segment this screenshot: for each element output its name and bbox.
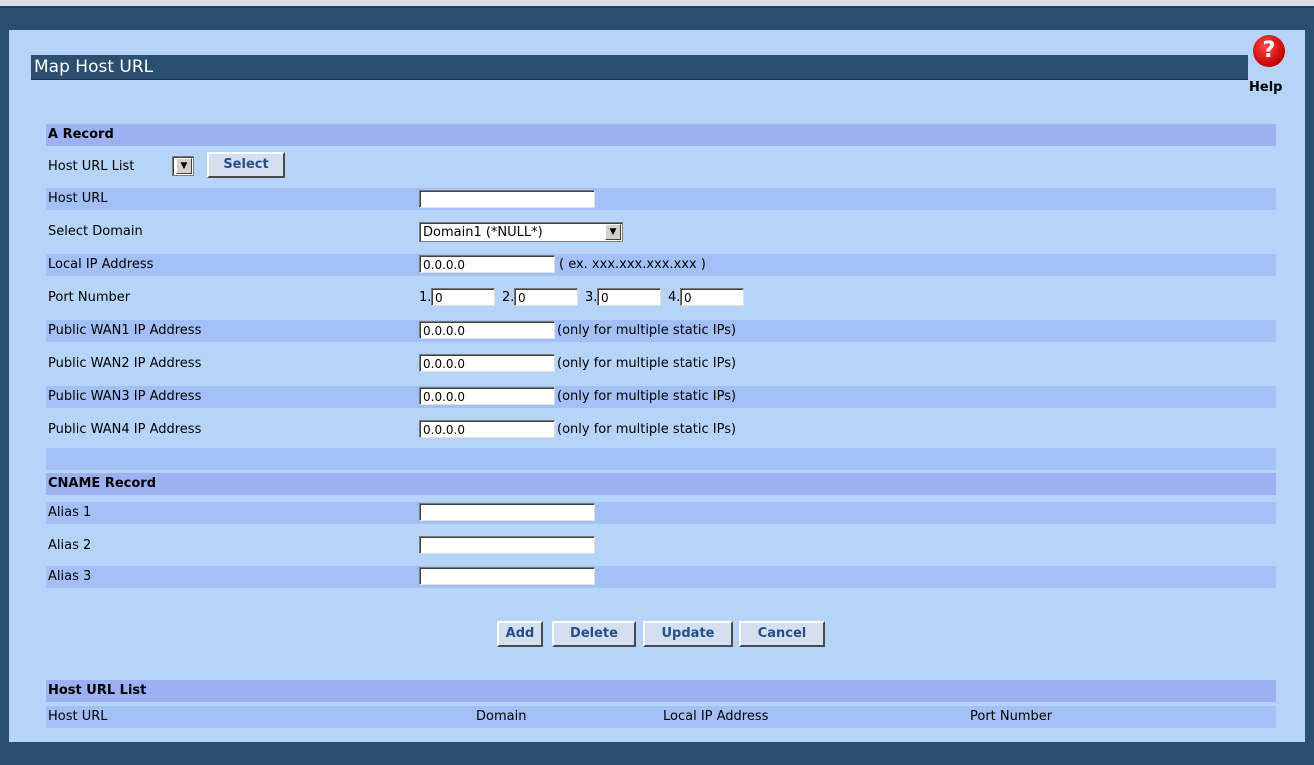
port-2-value: 0 (518, 291, 526, 305)
host-url-row: Host URL (46, 188, 1276, 210)
wan3-label: Public WAN3 IP Address (48, 389, 202, 404)
wan4-label: Public WAN4 IP Address (48, 422, 202, 437)
host-url-list-columns: Host URL Domain Local IP Address Port Nu… (46, 706, 1276, 728)
wan2-label: Public WAN2 IP Address (48, 356, 202, 371)
wan2-row: Public WAN2 IP Address 0.0.0.0 (only for… (46, 353, 1276, 375)
select-domain-dropdown[interactable]: Domain1 (*NULL*) ▼ (419, 222, 623, 242)
alias-2-input[interactable] (419, 536, 595, 554)
delete-button[interactable]: Delete (552, 621, 636, 647)
host-url-list-row: Host URL List ▼ Select (46, 150, 1276, 180)
update-button[interactable]: Update (643, 621, 733, 647)
wan4-input[interactable]: 0.0.0.0 (419, 420, 555, 438)
wan3-value: 0.0.0.0 (423, 390, 465, 404)
host-url-list-header: Host URL List (46, 680, 1276, 702)
a-record-header: A Record (46, 124, 1276, 146)
column-local-ip: Local IP Address (663, 709, 769, 724)
wan1-input[interactable]: 0.0.0.0 (419, 321, 555, 339)
wan1-hint: (only for multiple static IPs) (557, 323, 737, 338)
alias-1-row: Alias 1 (46, 502, 1276, 524)
port-2-label: 2. (502, 290, 515, 305)
cname-record-title: CNAME Record (48, 476, 157, 491)
page-title-bar: Map Host URL (31, 55, 1248, 80)
alias-3-row: Alias 3 (46, 566, 1276, 588)
help-label[interactable]: Help (1249, 80, 1282, 95)
select-domain-value: Domain1 (*NULL*) (423, 225, 543, 240)
local-ip-input[interactable]: 0.0.0.0 (419, 255, 555, 273)
wan3-hint: (only for multiple static IPs) (557, 389, 737, 404)
chevron-down-icon[interactable]: ▼ (176, 158, 192, 174)
wan1-label: Public WAN1 IP Address (48, 323, 202, 338)
host-url-list-label: Host URL List (48, 159, 135, 174)
wan2-value: 0.0.0.0 (423, 357, 465, 371)
wan3-row: Public WAN3 IP Address 0.0.0.0 (only for… (46, 386, 1276, 408)
add-button[interactable]: Add (497, 621, 543, 647)
help-button[interactable]: ? Help (1245, 35, 1299, 99)
port-number-label: Port Number (48, 290, 131, 305)
port-4-value: 0 (684, 291, 692, 305)
port-1-input[interactable]: 0 (431, 288, 495, 306)
port-3-input[interactable]: 0 (597, 288, 661, 306)
section-divider (46, 448, 1276, 470)
cancel-button[interactable]: Cancel (739, 621, 825, 647)
alias-1-input[interactable] (419, 503, 595, 521)
select-domain-label: Select Domain (48, 224, 143, 239)
cname-record-header: CNAME Record (46, 473, 1276, 495)
local-ip-hint: ( ex. xxx.xxx.xxx.xxx ) (559, 257, 706, 272)
a-record-title: A Record (48, 127, 114, 142)
host-url-input[interactable] (419, 190, 595, 208)
port-4-label: 4. (668, 290, 681, 305)
local-ip-row: Local IP Address 0.0.0.0 ( ex. xxx.xxx.x… (46, 254, 1276, 276)
select-domain-row: Select Domain Domain1 (*NULL*) ▼ (46, 221, 1276, 243)
alias-2-label: Alias 2 (48, 538, 92, 553)
alias-1-label: Alias 1 (48, 505, 92, 520)
column-domain: Domain (476, 709, 527, 724)
port-3-label: 3. (585, 290, 598, 305)
port-2-input[interactable]: 0 (514, 288, 578, 306)
host-url-label: Host URL (48, 191, 108, 206)
port-1-label: 1. (419, 290, 432, 305)
wan2-hint: (only for multiple static IPs) (557, 356, 737, 371)
port-3-value: 0 (601, 291, 609, 305)
local-ip-label: Local IP Address (48, 257, 154, 272)
wan4-row: Public WAN4 IP Address 0.0.0.0 (only for… (46, 419, 1276, 441)
column-host-url: Host URL (48, 709, 108, 724)
port-number-row: Port Number 1. 0 2. 0 3. 0 4. 0 (46, 287, 1276, 309)
wan2-input[interactable]: 0.0.0.0 (419, 354, 555, 372)
main-panel: Map Host URL ? Help A Record Host URL Li… (9, 30, 1305, 742)
wan4-hint: (only for multiple static IPs) (557, 422, 737, 437)
window-top-border (0, 6, 1314, 8)
wan3-input[interactable]: 0.0.0.0 (419, 387, 555, 405)
page-title: Map Host URL (34, 57, 154, 77)
port-4-input[interactable]: 0 (680, 288, 744, 306)
select-button[interactable]: Select (207, 152, 285, 178)
alias-2-row: Alias 2 (46, 535, 1276, 557)
port-1-value: 0 (435, 291, 443, 305)
host-url-list-title: Host URL List (48, 683, 147, 698)
local-ip-value: 0.0.0.0 (423, 258, 465, 272)
alias-3-input[interactable] (419, 567, 595, 585)
wan4-value: 0.0.0.0 (423, 423, 465, 437)
wan1-row: Public WAN1 IP Address 0.0.0.0 (only for… (46, 320, 1276, 342)
column-port-number: Port Number (970, 709, 1053, 724)
help-icon[interactable]: ? (1253, 35, 1285, 67)
host-url-list-select[interactable]: ▼ (172, 156, 194, 176)
wan1-value: 0.0.0.0 (423, 324, 465, 338)
chevron-down-icon[interactable]: ▼ (605, 224, 621, 240)
alias-3-label: Alias 3 (48, 569, 92, 584)
